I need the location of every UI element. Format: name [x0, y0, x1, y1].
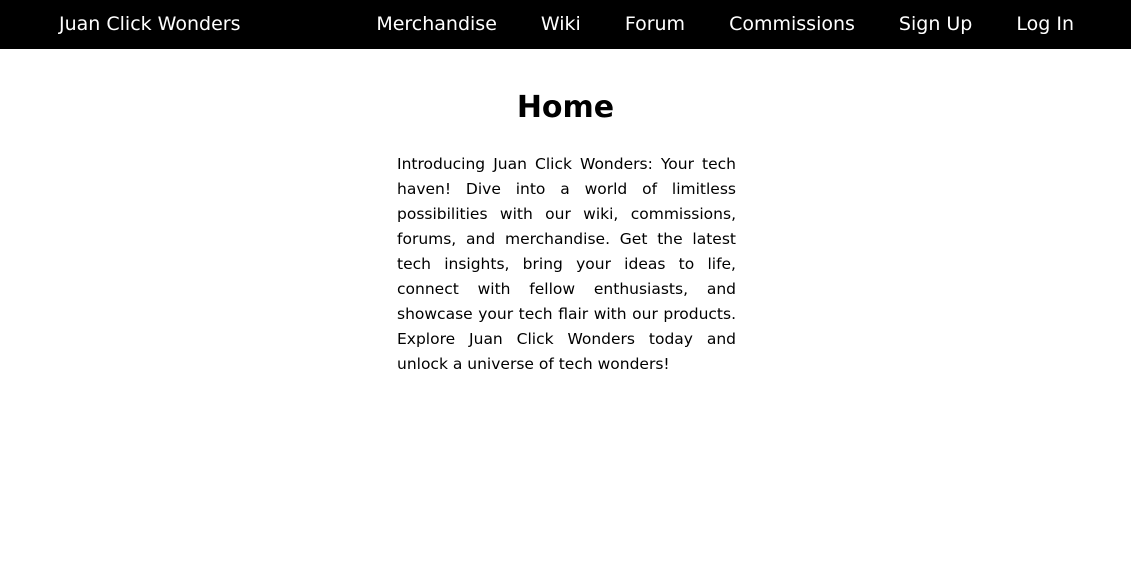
- brand-link[interactable]: Juan Click Wonders: [59, 0, 240, 49]
- nav-link-wiki[interactable]: Wiki: [541, 0, 581, 49]
- intro-paragraph: Introducing Juan Click Wonders: Your tec…: [397, 155, 736, 373]
- nav-link-sign-up[interactable]: Sign Up: [899, 0, 972, 49]
- nav-link-commissions[interactable]: Commissions: [729, 0, 855, 49]
- nav-links: Merchandise Wiki Forum Commissions Sign …: [376, 0, 1074, 49]
- nav-link-merchandise[interactable]: Merchandise: [376, 0, 497, 49]
- top-navbar: Juan Click Wonders Merchandise Wiki Foru…: [0, 0, 1131, 49]
- nav-link-log-in[interactable]: Log In: [1016, 0, 1074, 49]
- nav-link-forum[interactable]: Forum: [625, 0, 685, 49]
- page-title: Home: [516, 90, 615, 125]
